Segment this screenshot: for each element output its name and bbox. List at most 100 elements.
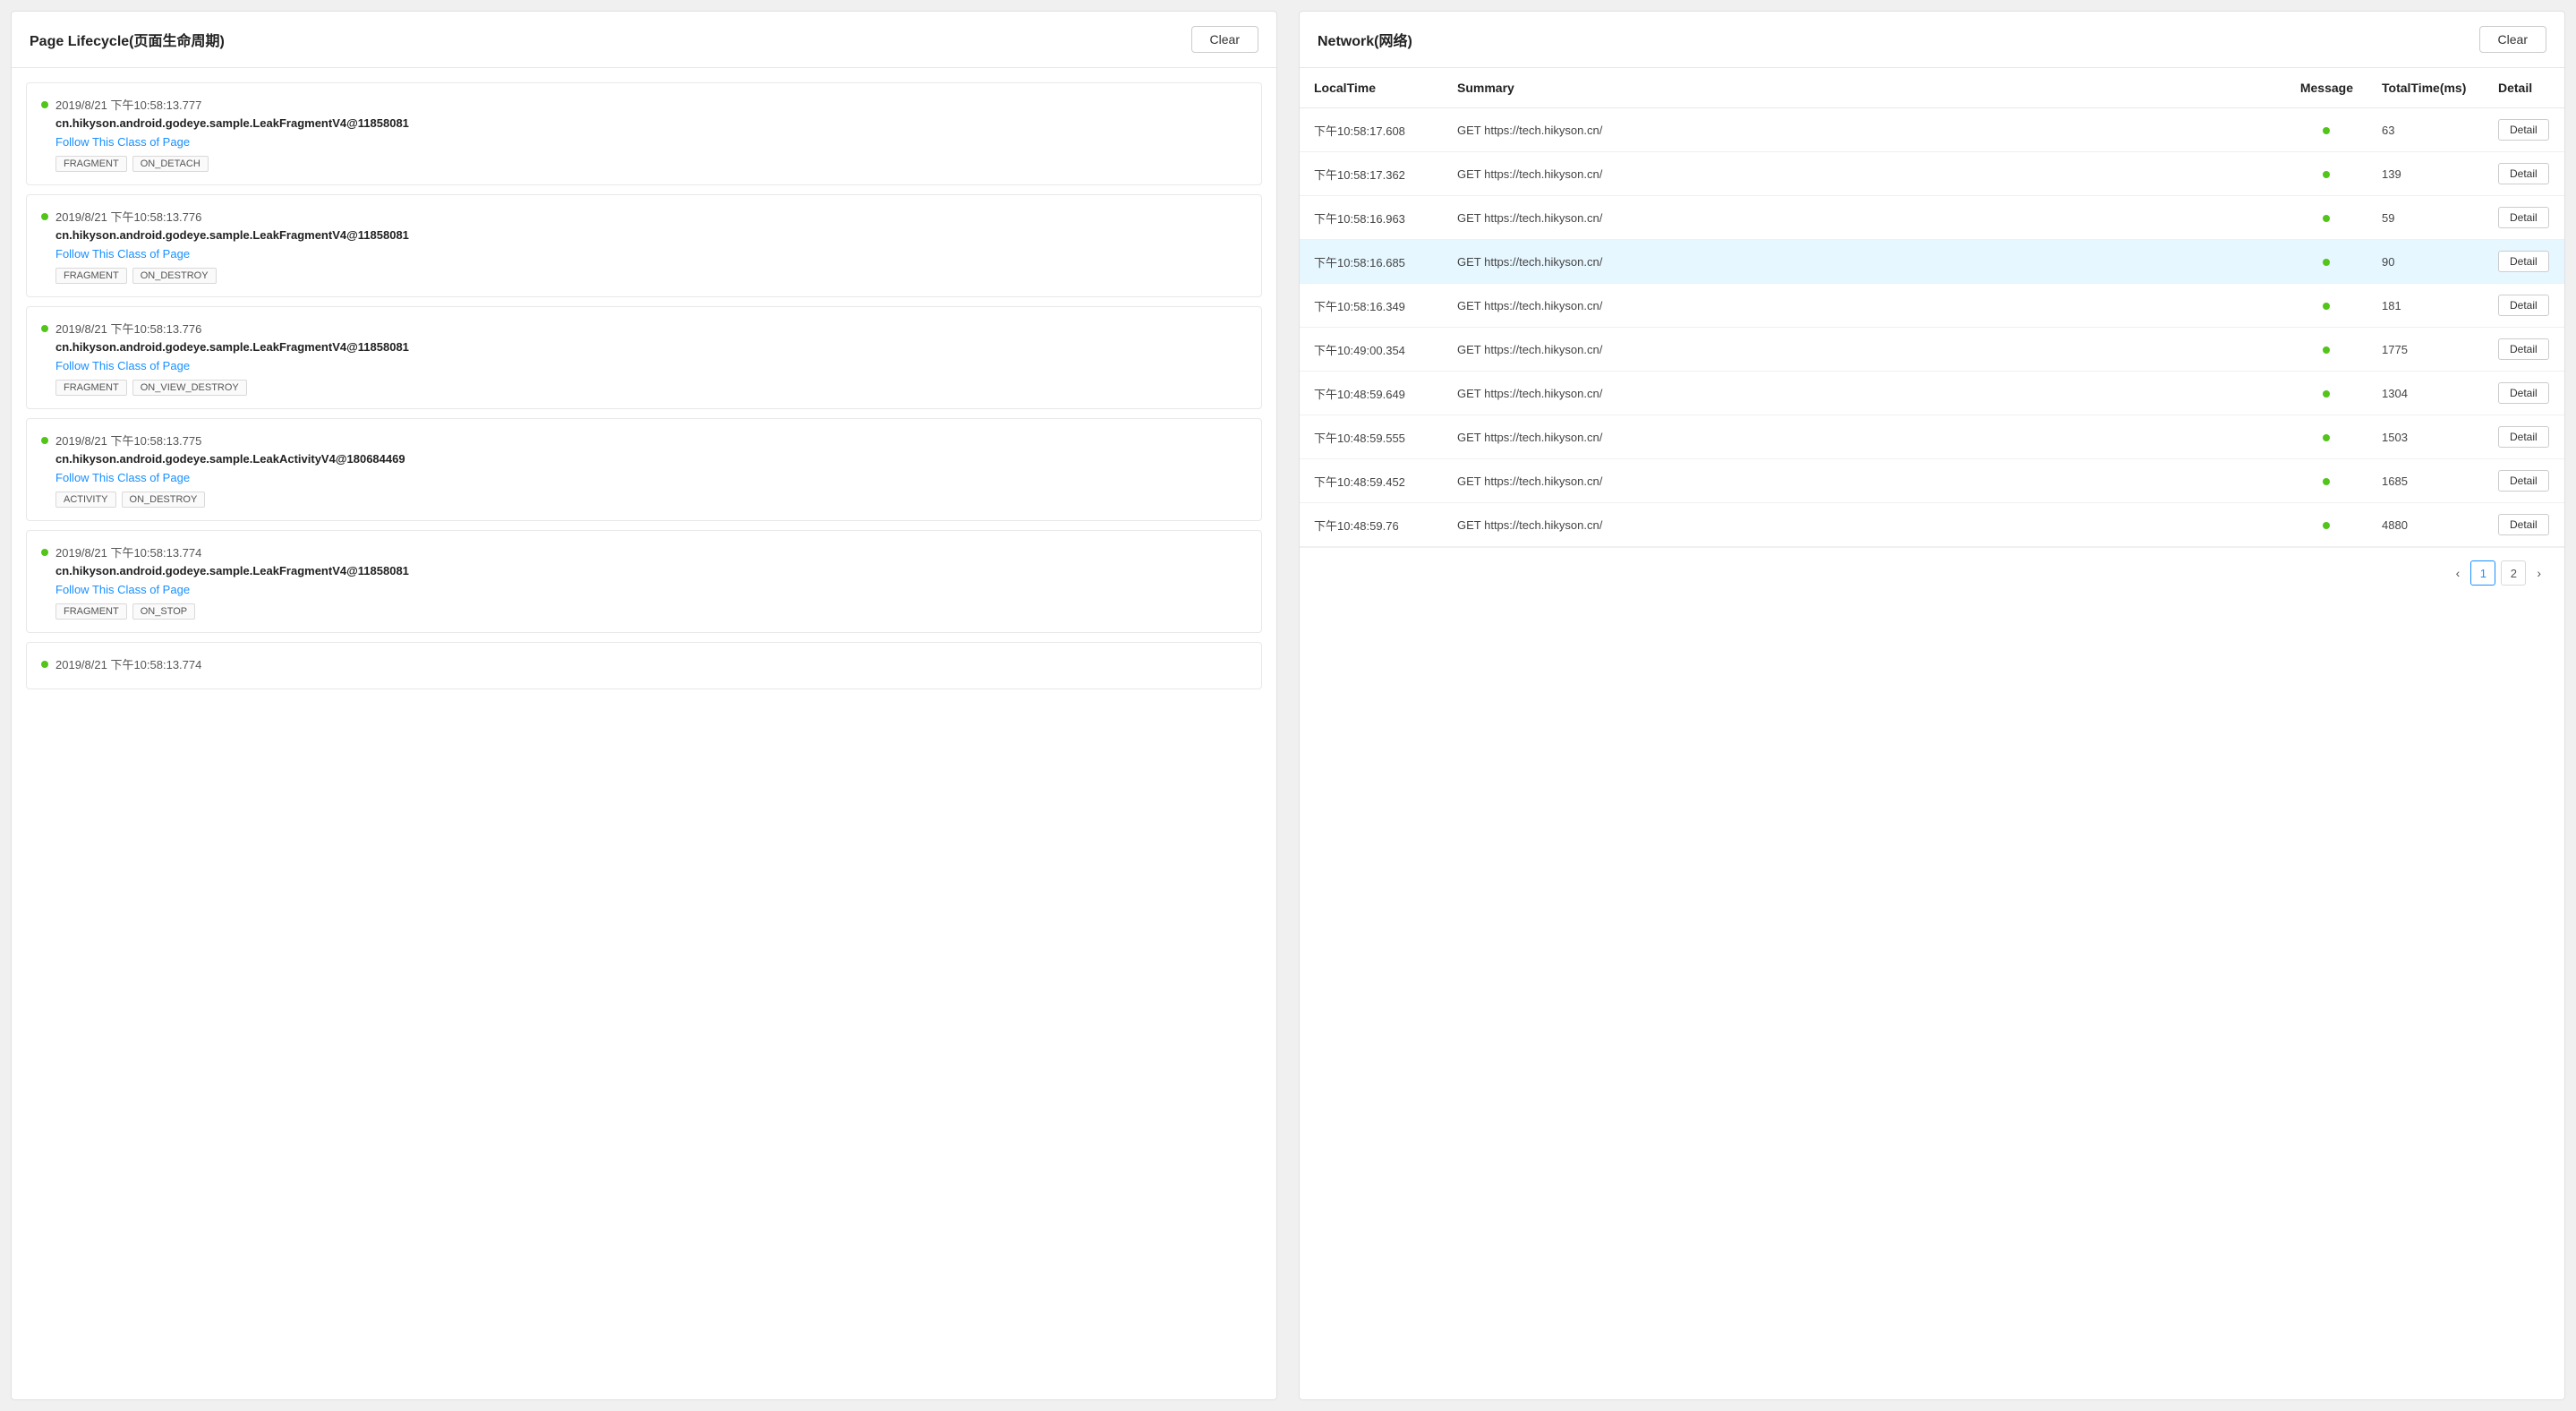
detail-button[interactable]: Detail	[2498, 514, 2549, 535]
tag: ON_VIEW_DESTROY	[132, 380, 247, 396]
timestamp: 2019/8/21 下午10:58:13.775	[55, 432, 201, 449]
next-page-button[interactable]: ›	[2531, 562, 2546, 584]
lifecycle-item-header: 2019/8/21 下午10:58:13.776	[41, 320, 1247, 337]
timestamp: 2019/8/21 下午10:58:13.776	[55, 320, 201, 337]
cell-totaltime: 1503	[2367, 415, 2484, 459]
cell-summary: GET https://tech.hikyson.cn/	[1443, 196, 2286, 240]
tag: ON_STOP	[132, 603, 195, 620]
status-dot	[41, 101, 48, 108]
cell-detail: Detail	[2484, 196, 2564, 240]
detail-button[interactable]: Detail	[2498, 382, 2549, 404]
cell-totaltime: 1304	[2367, 372, 2484, 415]
detail-button[interactable]: Detail	[2498, 295, 2549, 316]
cell-localtime: 下午10:48:59.76	[1300, 503, 1443, 547]
table-row: 下午10:48:59.452GET https://tech.hikyson.c…	[1300, 459, 2564, 503]
cell-localtime: 下午10:58:16.963	[1300, 196, 1443, 240]
table-row: 下午10:48:59.555GET https://tech.hikyson.c…	[1300, 415, 2564, 459]
tag-list: ACTIVITYON_DESTROY	[55, 492, 1247, 508]
lifecycle-clear-button[interactable]: Clear	[1191, 26, 1258, 53]
cell-totaltime: 63	[2367, 108, 2484, 152]
cell-detail: Detail	[2484, 284, 2564, 328]
cell-localtime: 下午10:58:16.349	[1300, 284, 1443, 328]
follow-class-link[interactable]: Follow This Class of Page	[55, 135, 1247, 149]
table-row: 下午10:48:59.649GET https://tech.hikyson.c…	[1300, 372, 2564, 415]
cell-message	[2286, 459, 2367, 503]
page-2-button[interactable]: 2	[2501, 560, 2526, 586]
cell-localtime: 下午10:48:59.452	[1300, 459, 1443, 503]
cell-message	[2286, 372, 2367, 415]
col-header-detail: Detail	[2484, 68, 2564, 108]
detail-button[interactable]: Detail	[2498, 119, 2549, 141]
lifecycle-item-header: 2019/8/21 下午10:58:13.774	[41, 543, 1247, 560]
detail-button[interactable]: Detail	[2498, 338, 2549, 360]
cell-totaltime: 181	[2367, 284, 2484, 328]
col-header-localtime: LocalTime	[1300, 68, 1443, 108]
message-status-dot	[2323, 215, 2330, 222]
follow-class-link[interactable]: Follow This Class of Page	[55, 583, 1247, 596]
cell-summary: GET https://tech.hikyson.cn/	[1443, 240, 2286, 284]
page-1-button[interactable]: 1	[2470, 560, 2495, 586]
tag: ON_DETACH	[132, 156, 209, 172]
follow-class-link[interactable]: Follow This Class of Page	[55, 359, 1247, 372]
cell-message	[2286, 415, 2367, 459]
network-header: Network(网络) Clear	[1300, 12, 2564, 68]
detail-button[interactable]: Detail	[2498, 470, 2549, 492]
message-status-dot	[2323, 346, 2330, 354]
cell-detail: Detail	[2484, 328, 2564, 372]
cell-message	[2286, 108, 2367, 152]
follow-class-link[interactable]: Follow This Class of Page	[55, 471, 1247, 484]
message-status-dot	[2323, 303, 2330, 310]
cell-totaltime: 1685	[2367, 459, 2484, 503]
cell-localtime: 下午10:48:59.649	[1300, 372, 1443, 415]
class-name: cn.hikyson.android.godeye.sample.LeakFra…	[55, 340, 1247, 354]
network-clear-button[interactable]: Clear	[2479, 26, 2546, 53]
col-header-totaltime: TotalTime(ms)	[2367, 68, 2484, 108]
cell-totaltime: 4880	[2367, 503, 2484, 547]
col-header-summary: Summary	[1443, 68, 2286, 108]
col-header-message: Message	[2286, 68, 2367, 108]
class-name: cn.hikyson.android.godeye.sample.LeakFra…	[55, 228, 1247, 242]
cell-localtime: 下午10:49:00.354	[1300, 328, 1443, 372]
detail-button[interactable]: Detail	[2498, 163, 2549, 184]
cell-message	[2286, 503, 2367, 547]
detail-button[interactable]: Detail	[2498, 251, 2549, 272]
tag-list: FRAGMENTON_DESTROY	[55, 268, 1247, 284]
lifecycle-item-header: 2019/8/21 下午10:58:13.775	[41, 432, 1247, 449]
detail-button[interactable]: Detail	[2498, 426, 2549, 448]
lifecycle-item-header: 2019/8/21 下午10:58:13.774	[41, 655, 1247, 672]
network-table: LocalTime Summary Message TotalTime(ms) …	[1300, 68, 2564, 547]
network-table-head: LocalTime Summary Message TotalTime(ms) …	[1300, 68, 2564, 108]
cell-detail: Detail	[2484, 415, 2564, 459]
tag: FRAGMENT	[55, 268, 127, 284]
cell-summary: GET https://tech.hikyson.cn/	[1443, 328, 2286, 372]
class-name: cn.hikyson.android.godeye.sample.LeakFra…	[55, 116, 1247, 130]
cell-detail: Detail	[2484, 108, 2564, 152]
lifecycle-item: 2019/8/21 下午10:58:13.775 cn.hikyson.andro…	[26, 418, 1262, 521]
status-dot	[41, 661, 48, 668]
cell-detail: Detail	[2484, 152, 2564, 196]
cell-summary: GET https://tech.hikyson.cn/	[1443, 503, 2286, 547]
network-title: Network(网络)	[1318, 29, 1412, 50]
lifecycle-content: 2019/8/21 下午10:58:13.777 cn.hikyson.andro…	[12, 68, 1276, 704]
tag: FRAGMENT	[55, 156, 127, 172]
lifecycle-item-header: 2019/8/21 下午10:58:13.777	[41, 96, 1247, 113]
table-row: 下午10:58:17.362GET https://tech.hikyson.c…	[1300, 152, 2564, 196]
follow-class-link[interactable]: Follow This Class of Page	[55, 247, 1247, 261]
prev-page-button[interactable]: ‹	[2451, 562, 2466, 584]
table-row: 下午10:48:59.76GET https://tech.hikyson.cn…	[1300, 503, 2564, 547]
table-row: 下午10:58:16.349GET https://tech.hikyson.c…	[1300, 284, 2564, 328]
status-dot	[41, 325, 48, 332]
lifecycle-item: 2019/8/21 下午10:58:13.776cn.hikyson.andro…	[26, 194, 1262, 297]
timestamp: 2019/8/21 下午10:58:13.774	[55, 543, 201, 560]
class-name: cn.hikyson.android.godeye.sample.LeakFra…	[55, 564, 1247, 577]
class-name: cn.hikyson.android.godeye.sample.LeakAct…	[55, 452, 1247, 466]
message-status-dot	[2323, 127, 2330, 134]
timestamp: 2019/8/21 下午10:58:13.777	[55, 96, 201, 113]
cell-detail: Detail	[2484, 459, 2564, 503]
tag-list: FRAGMENTON_STOP	[55, 603, 1247, 620]
cell-summary: GET https://tech.hikyson.cn/	[1443, 459, 2286, 503]
detail-button[interactable]: Detail	[2498, 207, 2549, 228]
table-row: 下午10:49:00.354GET https://tech.hikyson.c…	[1300, 328, 2564, 372]
tag: ACTIVITY	[55, 492, 116, 508]
cell-totaltime: 1775	[2367, 328, 2484, 372]
